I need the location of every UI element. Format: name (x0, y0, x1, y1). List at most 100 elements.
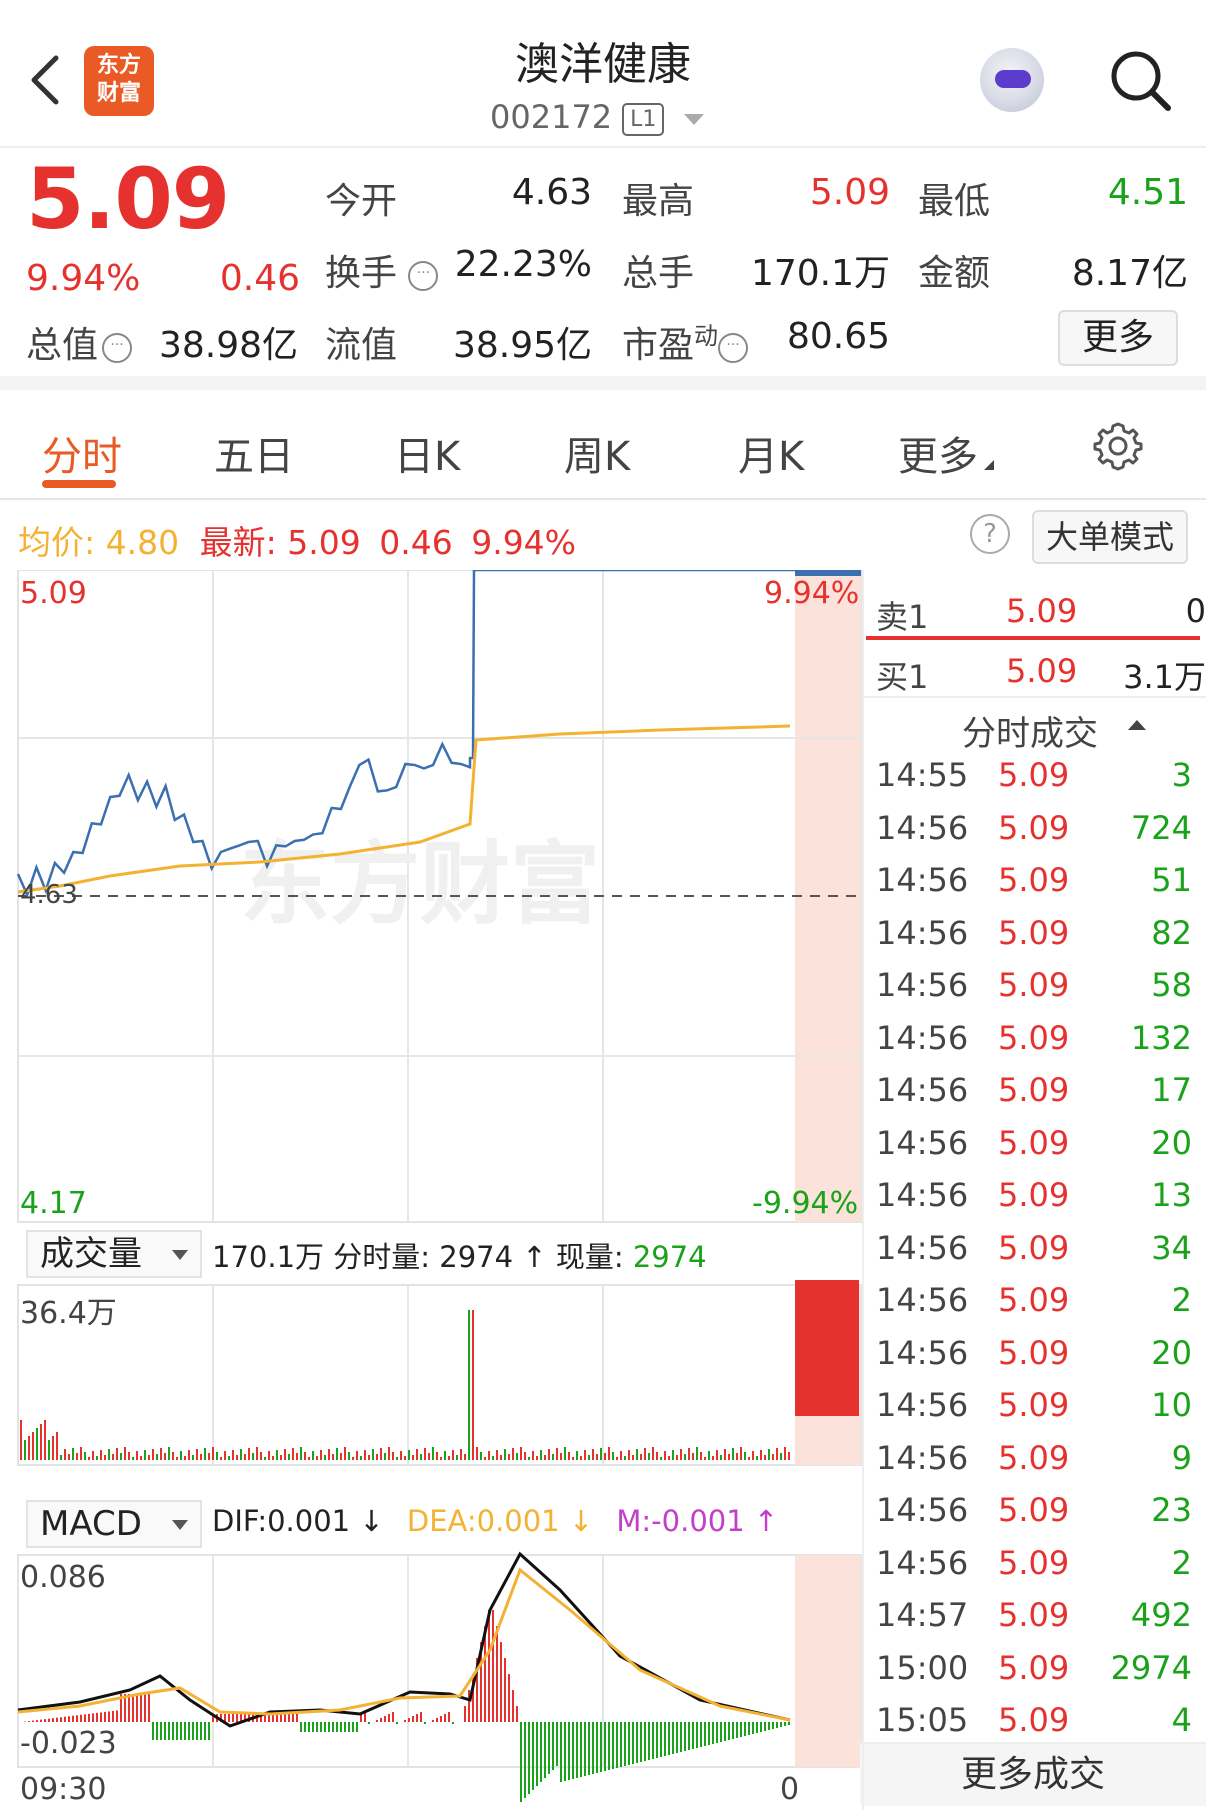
volume-bar (744, 1452, 746, 1460)
volume-bar (268, 1451, 270, 1460)
volume-bar (484, 1457, 486, 1460)
volume-bar (348, 1452, 350, 1460)
macd-bar (156, 1722, 158, 1740)
trade-volume: 4 (1171, 1701, 1192, 1739)
macd-bar (344, 1722, 346, 1732)
macd-bar (192, 1722, 194, 1740)
pe-value: 80.65 (786, 316, 890, 357)
volume-bar (760, 1450, 762, 1460)
volume-bar (448, 1456, 450, 1460)
volume-bar (64, 1449, 66, 1460)
app-logo[interactable]: 东方 财富 (84, 46, 154, 116)
macd-bar (340, 1722, 342, 1732)
tab-daily-k[interactable]: 日K (394, 424, 460, 482)
more-quote-button[interactable]: 更多 (1058, 310, 1178, 366)
caret-up-icon[interactable] (1128, 720, 1146, 730)
macd-bar (56, 1717, 58, 1722)
trades-title[interactable]: 分时成交 (962, 706, 1098, 755)
volume-bar (228, 1456, 230, 1460)
macd-bar (200, 1722, 202, 1740)
tab-monthly-k[interactable]: 月K (738, 424, 804, 482)
macd-bar (776, 1722, 778, 1728)
volume-value: 170.1万 (750, 253, 890, 294)
stock-code-selector[interactable]: 002172 L1 (490, 98, 705, 136)
stock-name: 澳洋健康 (515, 39, 691, 90)
volume-bar (672, 1450, 674, 1460)
macd-bar (548, 1722, 550, 1774)
pe-label: 市盈动 ··· (622, 316, 749, 368)
trade-row: 14:56 5.09 10 (876, 1382, 1192, 1434)
header-bar: 东方 财富 澳洋健康 002172 L1 (0, 0, 1206, 148)
volume-bar (684, 1454, 686, 1460)
trade-volume: 2 (1171, 1281, 1192, 1319)
macd-bar (280, 1714, 282, 1722)
intraday-chart[interactable]: 东方财富 (0, 570, 866, 1813)
tab-five-day[interactable]: 五日 (214, 424, 294, 482)
last-price: 5.09 (26, 150, 230, 248)
macd-bar (652, 1722, 654, 1759)
volume-bar (352, 1457, 354, 1460)
trade-row: 14:56 5.09 2 (876, 1540, 1192, 1592)
gear-icon[interactable] (1090, 418, 1146, 474)
macd-bar (144, 1694, 146, 1722)
volume-bar (168, 1447, 170, 1460)
help-icon[interactable]: ? (970, 514, 1010, 554)
volume-bar (632, 1455, 634, 1460)
indicator-selector-volume[interactable]: 成交量 (26, 1230, 202, 1278)
macd-bar (596, 1722, 598, 1773)
amount-value: 8.17亿 (1071, 253, 1188, 294)
macd-bar (540, 1722, 542, 1782)
volume-bar (552, 1454, 554, 1460)
volume-bar (344, 1447, 346, 1460)
volume-bar (708, 1451, 710, 1460)
indicator-selector-macd[interactable]: MACD (26, 1500, 202, 1548)
macd-info: DIF:0.001 ↓ DEA:0.001 ↓ M:-0.001 ↑ (212, 1504, 779, 1538)
search-icon[interactable] (1108, 48, 1174, 114)
volume-bar (612, 1452, 614, 1460)
latest-change: 0.46 (379, 523, 453, 562)
info-dots-icon[interactable]: ··· (102, 333, 133, 363)
volume-bar (320, 1450, 322, 1460)
volume-bar (764, 1455, 766, 1460)
macd-bar (376, 1720, 378, 1722)
macd-bar (408, 1718, 410, 1722)
info-dots-icon[interactable]: ··· (718, 333, 749, 363)
macd-bar (664, 1722, 666, 1756)
trade-row: 14:56 5.09 51 (876, 857, 1192, 909)
trade-time: 14:56 (876, 861, 969, 899)
volume-bar (420, 1454, 422, 1460)
trade-price: 5.09 (998, 1596, 1070, 1634)
more-trades-button[interactable]: 更多成交 (860, 1742, 1206, 1806)
macd-bar (580, 1722, 582, 1777)
macd-bar (588, 1722, 590, 1775)
low-value: 4.51 (1107, 172, 1188, 213)
trade-volume: 23 (1151, 1491, 1192, 1529)
trade-row: 14:56 5.09 23 (876, 1487, 1192, 1539)
macd-bar (28, 1721, 30, 1722)
trade-price: 5.09 (998, 1491, 1070, 1529)
volume-bar (652, 1447, 654, 1460)
tab-weekly-k[interactable]: 周K (564, 424, 630, 482)
macd-bar (524, 1722, 526, 1798)
volume-bar (616, 1457, 618, 1460)
macd-bar (396, 1722, 398, 1724)
trade-row: 14:56 5.09 20 (876, 1330, 1192, 1382)
macd-bar (568, 1722, 570, 1780)
volume-bar (524, 1452, 526, 1460)
tab-intraday[interactable]: 分时 (42, 424, 122, 482)
volume-bar (220, 1457, 222, 1460)
macd-bar (276, 1714, 278, 1722)
macd-bar (160, 1722, 162, 1740)
trade-time: 15:00 (876, 1648, 969, 1687)
big-order-mode-button[interactable]: 大单模式 (1032, 510, 1188, 564)
info-dots-icon[interactable]: ··· (408, 261, 439, 291)
tab-more[interactable]: 更多 (898, 424, 994, 482)
trade-time: 14:56 (876, 1018, 969, 1057)
macd-bar (236, 1714, 238, 1722)
macd-bar (564, 1722, 566, 1781)
back-arrow-icon[interactable] (26, 50, 66, 110)
trade-price: 5.09 (998, 1281, 1070, 1319)
volume-bar (328, 1449, 330, 1460)
volume-bar (304, 1452, 306, 1460)
column-divider (862, 570, 864, 1810)
